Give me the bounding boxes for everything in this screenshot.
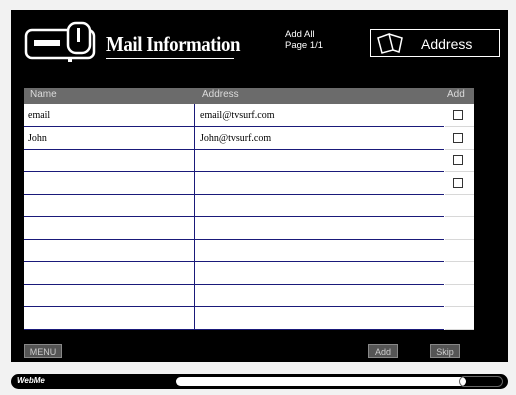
cell-name: John <box>28 132 47 144</box>
column-divider <box>194 104 195 330</box>
page-info: Add All Page 1/1 <box>285 29 323 51</box>
add-cell <box>445 172 474 195</box>
address-button-label: Address <box>421 36 473 52</box>
table-row[interactable] <box>24 150 444 172</box>
table-row[interactable]: John John@tvsurf.com <box>24 128 444 150</box>
table-row[interactable] <box>24 263 444 285</box>
add-cell <box>445 285 474 307</box>
column-address: Address <box>202 89 239 100</box>
page-counter: Page 1/1 <box>285 40 324 51</box>
cell-address: email@tvsurf.com <box>200 110 275 121</box>
table-row[interactable] <box>24 218 444 240</box>
add-cell <box>445 127 474 150</box>
add-cell <box>445 217 474 240</box>
page-title: Mail Information <box>106 32 241 56</box>
add-cell <box>445 262 474 285</box>
menu-button[interactable]: MENU <box>24 344 62 358</box>
add-cell <box>445 105 474 127</box>
table-row[interactable] <box>24 195 444 217</box>
address-button[interactable]: Address <box>370 29 500 57</box>
add-checkbox[interactable] <box>453 110 463 120</box>
add-cell <box>445 195 474 217</box>
add-cell <box>445 150 474 172</box>
cell-address: John@tvsurf.com <box>200 132 272 144</box>
add-button[interactable]: Add <box>368 344 398 358</box>
status-progress <box>176 377 466 386</box>
skip-button[interactable]: Skip <box>430 344 460 358</box>
add-all-label[interactable]: Add All <box>285 29 323 40</box>
add-checkbox[interactable] <box>453 177 463 188</box>
brand-logo: WebMe <box>17 376 45 385</box>
add-checkbox[interactable] <box>453 155 463 165</box>
address-book-icon <box>377 33 403 54</box>
column-add: Add <box>447 89 465 100</box>
table-row[interactable]: email email@tvsurf.com <box>24 105 444 127</box>
column-name: Name <box>30 89 57 100</box>
title-underline <box>106 58 234 59</box>
status-bar: WebMe <box>11 374 508 389</box>
mailbox-icon <box>24 21 96 62</box>
add-cell <box>445 240 474 262</box>
add-checkbox[interactable] <box>453 132 463 143</box>
table-row[interactable] <box>24 285 444 307</box>
add-cell <box>445 307 474 330</box>
status-end-cap <box>459 376 503 387</box>
cell-name: email <box>28 110 51 121</box>
table-row[interactable] <box>24 240 444 262</box>
table-row[interactable] <box>24 308 444 330</box>
table-header: Name Address Add <box>24 88 474 104</box>
table-row[interactable] <box>24 173 444 195</box>
